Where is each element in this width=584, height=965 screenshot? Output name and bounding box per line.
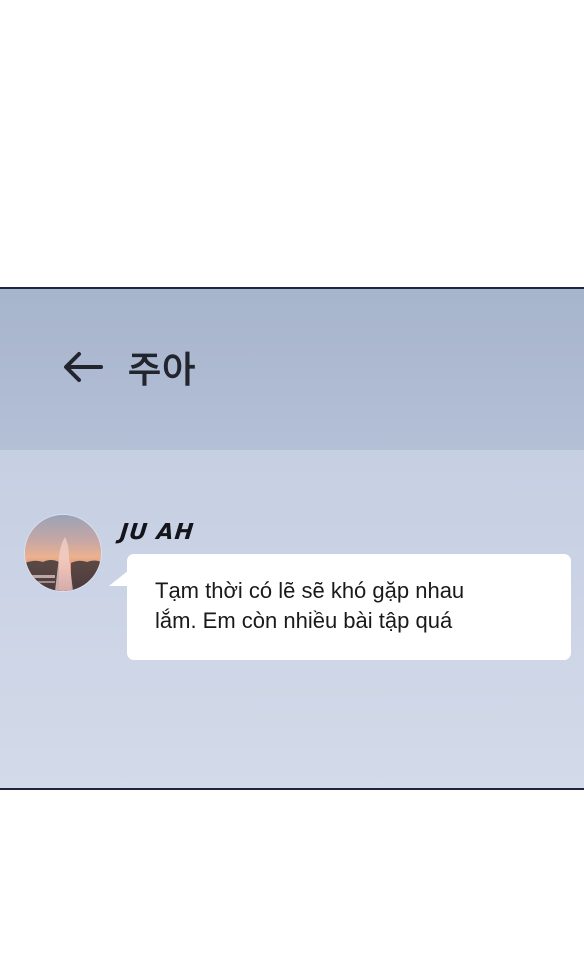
- chat-screen: 주아 JU AH Tạm thời có lẽ sẽ khó gặp nhau …: [0, 287, 584, 790]
- back-button[interactable]: [58, 345, 106, 389]
- sender-name: JU AH: [118, 520, 196, 545]
- comic-page: 주아 JU AH Tạm thời có lẽ sẽ khó gặp nhau …: [0, 0, 584, 965]
- avatar[interactable]: [25, 515, 101, 591]
- bubble-tail: [109, 569, 129, 595]
- chat-title: 주아: [128, 350, 197, 391]
- message-bubble[interactable]: Tạm thời có lẽ sẽ khó gặp nhau lắm. Em c…: [109, 554, 571, 660]
- arrow-left-icon: [61, 350, 103, 384]
- message-text: Tạm thời có lẽ sẽ khó gặp nhau lắm. Em c…: [155, 578, 465, 633]
- profile-photo-sunset: [25, 515, 101, 591]
- chat-header: 주아: [0, 289, 584, 450]
